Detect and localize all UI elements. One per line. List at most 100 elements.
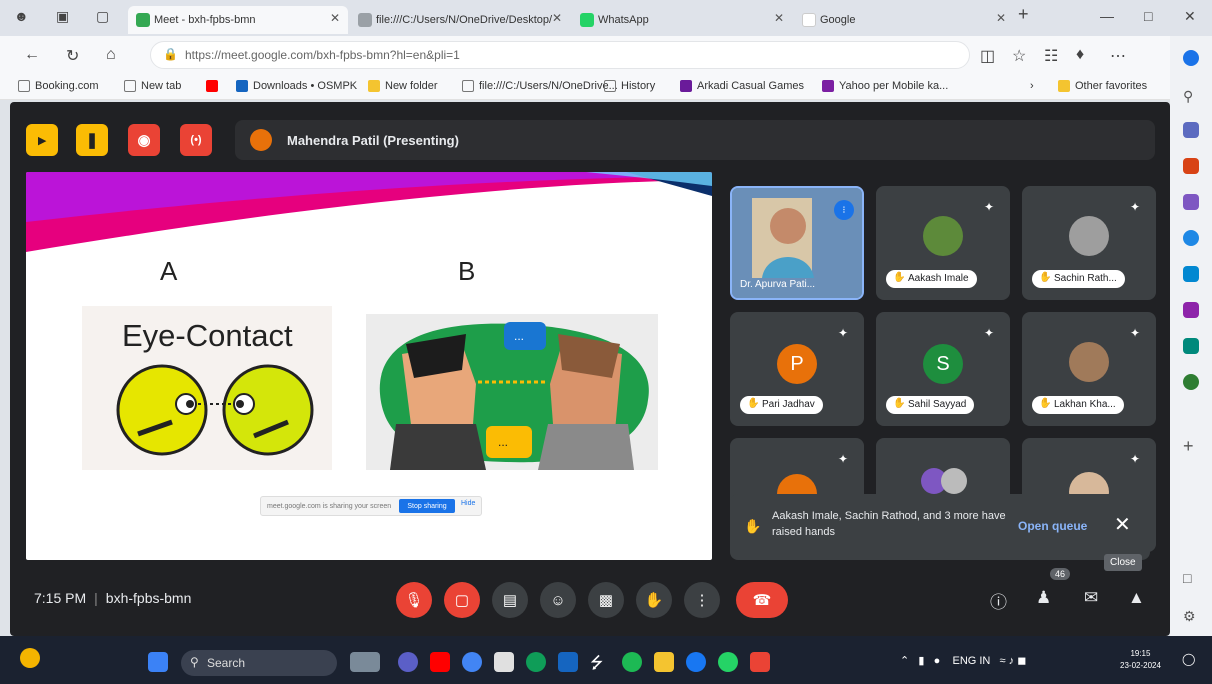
outlook-icon[interactable] (1183, 338, 1199, 354)
hide-share-bar-button[interactable]: Hide (461, 500, 475, 507)
taskbar-search[interactable]: ⚲ Search (181, 650, 337, 676)
tab-whatsapp[interactable]: WhatsApp ✕ (572, 6, 792, 34)
extensions-icon[interactable]: ♦ (1076, 46, 1084, 64)
bookmark-item[interactable]: New tab (124, 80, 181, 92)
taskbar-clock[interactable]: 19:15 23-02-2024 (1120, 648, 1161, 672)
widgets-icon[interactable] (20, 648, 40, 668)
favorites-icon[interactable]: ☆ (1012, 46, 1026, 66)
spotify-icon[interactable] (622, 652, 642, 672)
refresh-icon[interactable]: ↻ (66, 46, 79, 66)
settings-icon[interactable]: ⚙ (1183, 608, 1199, 624)
tab-file[interactable]: file:///C:/Users/N/OneDrive/Desktop/ ✕ (350, 6, 570, 34)
participant-tile[interactable]: ✦ ✋ Sachin Rath... (1022, 186, 1156, 300)
notifications-icon[interactable]: ◯ (1182, 652, 1202, 672)
activities-icon[interactable]: ▲ (1128, 588, 1145, 608)
chat-icon[interactable]: ✉ (1084, 588, 1098, 608)
bookmark-item[interactable]: New folder (368, 80, 438, 92)
copilot-icon[interactable] (1183, 50, 1199, 66)
bookmark-item[interactable]: Booking.com (18, 80, 99, 92)
designer-icon[interactable] (1183, 302, 1199, 318)
close-tab-icon[interactable]: ✕ (552, 11, 562, 25)
bookmark-item[interactable]: Other favorites (1058, 80, 1147, 92)
tag-icon[interactable] (1183, 122, 1199, 138)
lightning-icon[interactable]: ⭍ (590, 652, 610, 672)
maximize-icon[interactable]: □ (1144, 8, 1152, 24)
meeting-details-icon[interactable]: ⓘ (990, 588, 1007, 613)
reactions-button[interactable]: ☺ (540, 582, 576, 618)
mic-toggle-button[interactable]: 🎙 (396, 582, 432, 618)
add-icon[interactable]: + (1183, 436, 1199, 456)
bookmark-item[interactable]: Arkadi Casual Games (680, 80, 804, 92)
tab-actions-icon[interactable]: ▢ (96, 8, 109, 25)
raised-hand-icon: ✋ (893, 398, 906, 409)
workspaces-icon[interactable]: ▣ (56, 8, 69, 25)
tab-google[interactable]: Google ✕ (794, 6, 1014, 34)
tools-icon[interactable] (1183, 194, 1199, 210)
raise-hand-button[interactable]: ✋ (636, 582, 672, 618)
search-icon[interactable]: ⚲ (1183, 88, 1199, 104)
close-window-icon[interactable]: ✕ (1184, 8, 1196, 25)
address-bar[interactable]: 🔒 https://meet.google.com/bxh-fpbs-bmn?h… (150, 41, 970, 69)
chrome-icon[interactable] (462, 652, 482, 672)
participant-tile[interactable]: ⁝ Dr. Apurva Pati... (730, 186, 864, 300)
record-icon[interactable]: ◉ (128, 124, 160, 156)
split-screen-icon[interactable]: ◫ (980, 46, 995, 66)
whatsapp-icon[interactable] (718, 652, 738, 672)
store-icon[interactable] (558, 652, 578, 672)
new-tab-icon[interactable]: + (1018, 4, 1029, 25)
participant-tile[interactable]: ✦ S ✋ Sahil Sayyad (876, 312, 1010, 426)
file-explorer-icon[interactable] (654, 652, 674, 672)
sidebar-toggle-icon[interactable]: □ (1183, 570, 1199, 586)
svg-text:...: ... (498, 435, 508, 449)
bookmark-item[interactable] (206, 80, 218, 92)
people-icon[interactable]: ♟ (1036, 588, 1051, 608)
present-control-icon[interactable]: ▸ (26, 124, 58, 156)
raised-hands-message: Aakash Imale, Sachin Rathod, and 3 more … (772, 510, 1006, 538)
bookmark-item[interactable]: History (604, 80, 655, 92)
mic-off-icon: ✦ (983, 200, 994, 214)
facebook-icon[interactable] (686, 652, 706, 672)
minimize-icon[interactable]: — (1100, 8, 1114, 24)
office-icon[interactable] (1183, 266, 1199, 282)
leave-call-button[interactable]: ☎ (736, 582, 788, 618)
collections-icon[interactable]: ☷ (1044, 46, 1058, 66)
search-label: Search (207, 656, 246, 670)
close-tab-icon[interactable]: ✕ (330, 11, 340, 25)
youtube-icon[interactable] (430, 652, 450, 672)
drop-icon[interactable] (1183, 374, 1199, 390)
start-icon[interactable] (148, 652, 168, 672)
bookmark-item[interactable]: file:///C:/Users/N/OneDrive... (462, 80, 618, 92)
participant-tile[interactable]: ✦ ✋ Lakhan Kha... (1022, 312, 1156, 426)
more-icon[interactable]: ⋯ (1110, 46, 1126, 66)
back-icon[interactable]: ← (24, 46, 40, 64)
office-icon[interactable] (750, 652, 770, 672)
search-highlight-icon (350, 652, 380, 672)
bookmark-item[interactable]: Downloads • OSMPK (236, 80, 357, 92)
close-icon[interactable]: ✕ (1114, 512, 1131, 537)
bookmark-label: New tab (141, 80, 182, 92)
teams-icon[interactable] (398, 652, 418, 672)
close-tab-icon[interactable]: ✕ (774, 11, 784, 25)
games-icon[interactable] (1183, 230, 1199, 246)
tab-meet[interactable]: Meet - bxh-fpbs-bmn ✕ (128, 6, 348, 34)
present-button[interactable]: ▩ (588, 582, 624, 618)
live-stream-icon[interactable]: (•) (180, 124, 212, 156)
notepad-icon[interactable] (494, 652, 514, 672)
camera-toggle-button[interactable]: ▢ (444, 582, 480, 618)
profile-icon[interactable]: ☻ (14, 8, 29, 24)
edge-icon[interactable] (526, 652, 546, 672)
system-tray[interactable]: ⌃ ▮ ● ENG IN ≈ ♪ ◼ (900, 654, 1026, 667)
participant-tile[interactable]: ✦ ✋ Aakash Imale (876, 186, 1010, 300)
stop-sharing-button[interactable]: Stop sharing (399, 499, 455, 513)
home-icon[interactable]: ⌂ (106, 46, 116, 64)
mic-off-icon: ✦ (1129, 326, 1140, 340)
more-bookmarks-icon[interactable]: › (1030, 80, 1034, 92)
shopping-icon[interactable] (1183, 158, 1199, 174)
pause-presentation-icon[interactable]: ❚ (76, 124, 108, 156)
bookmark-item[interactable]: Yahoo per Mobile ka... (822, 80, 948, 92)
captions-button[interactable]: ▤ (492, 582, 528, 618)
open-queue-button[interactable]: Open queue (1018, 519, 1087, 533)
more-options-button[interactable]: ⋮ (684, 582, 720, 618)
participant-tile[interactable]: ✦ P ✋ Pari Jadhav (730, 312, 864, 426)
close-tab-icon[interactable]: ✕ (996, 11, 1006, 25)
